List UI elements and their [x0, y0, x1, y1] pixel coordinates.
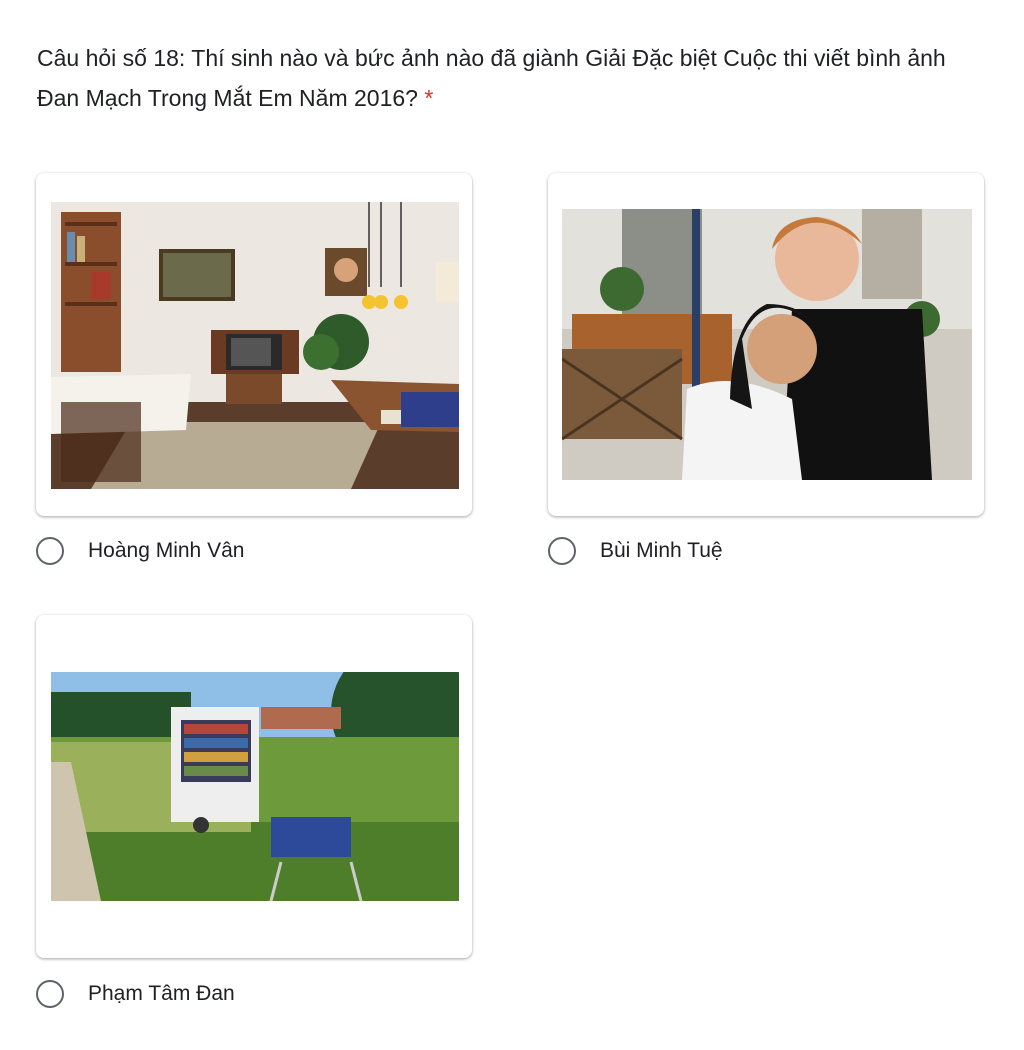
living-room-photo	[51, 202, 459, 489]
option-pham-tam-dan[interactable]: Phạm Tâm Đan	[36, 980, 235, 1008]
option-image-card-2[interactable]	[548, 173, 984, 516]
option-image-card-3[interactable]	[36, 615, 472, 958]
couple-hug-photo	[562, 209, 972, 480]
question-text: Câu hỏi số 18: Thí sinh nào và bức ảnh n…	[37, 45, 946, 111]
option-label: Bùi Minh Tuệ	[600, 539, 723, 562]
option-bui-minh-tue[interactable]: Bùi Minh Tuệ	[548, 537, 723, 565]
required-asterisk: *	[424, 85, 434, 111]
option-hoang-minh-van[interactable]: Hoàng Minh Vân	[36, 537, 244, 565]
book-cart-field-photo	[51, 672, 459, 901]
option-image-card-1[interactable]	[36, 173, 472, 516]
radio-button[interactable]	[548, 537, 576, 565]
radio-button[interactable]	[36, 537, 64, 565]
question-title: Câu hỏi số 18: Thí sinh nào và bức ảnh n…	[37, 38, 987, 118]
radio-button[interactable]	[36, 980, 64, 1008]
option-label: Hoàng Minh Vân	[88, 539, 245, 562]
option-label: Phạm Tâm Đan	[88, 982, 235, 1005]
